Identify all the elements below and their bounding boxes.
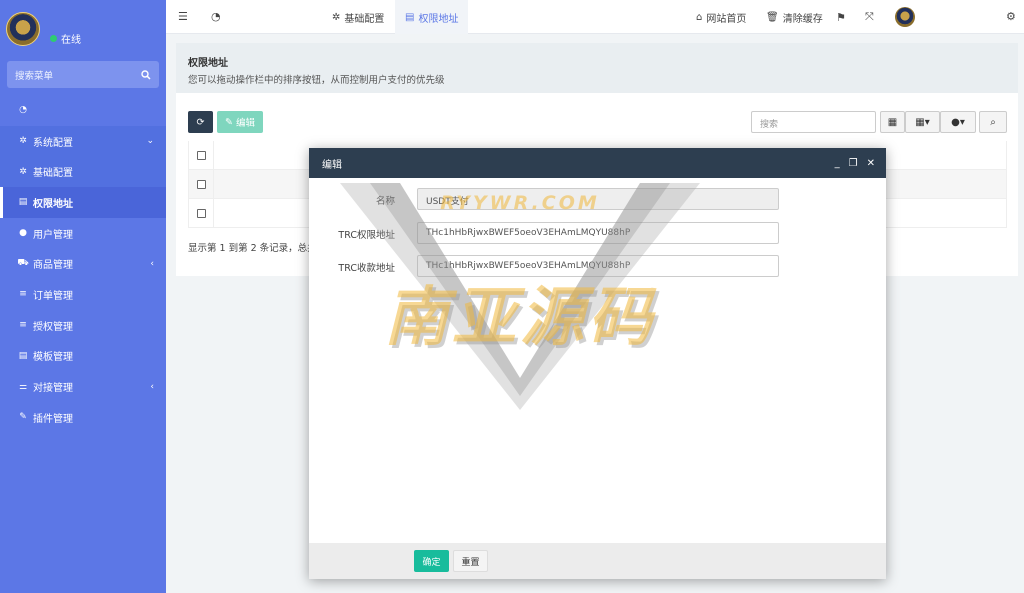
panel-header: 权限地址 您可以拖动操作栏中的排序按钮，从而控制用户支付的优先级 [176, 43, 1018, 93]
edit-button[interactable]: ✎ 编辑 [217, 111, 263, 133]
row-checkbox[interactable] [197, 208, 206, 218]
plug-icon: ✎ [19, 412, 27, 423]
sidebar-item-label: 授权管理 [33, 321, 73, 333]
pagination-summary: 显示第 1 到第 2 条记录，总共 [188, 243, 317, 254]
sidebar-item-label: 对接管理 [33, 383, 73, 395]
trash-icon: 🗑︎ [766, 11, 779, 23]
sidebar-item-templates[interactable]: ▤ 模板管理 [0, 341, 166, 372]
select-all-checkbox[interactable] [197, 150, 206, 160]
language-icon[interactable]: ⚑ [836, 11, 846, 24]
avatar[interactable] [895, 7, 915, 27]
fullscreen-icon[interactable]: ⤧ [865, 10, 874, 24]
sidebar-menu: ◔ ✲ 系统配置 ⌄ ✲ 基础配置 ▤ 权限地址 ● 用户管理 ⛟ 商品管理 ‹… [0, 95, 166, 433]
grid-icon: ▦▾ [915, 116, 930, 128]
trc-permission-address-label: TRC权限地址 [338, 230, 395, 241]
sidebar-item-label: 权限地址 [33, 198, 73, 210]
search-icon[interactable] [141, 69, 151, 80]
sidebar-item-authorization[interactable]: ≡ 授权管理 [0, 310, 166, 341]
name-label: 名称 [375, 196, 395, 207]
dialog-footer: 确定 重置 [309, 543, 886, 579]
dialog-controls: _ ❐ ✕ [835, 148, 875, 178]
table-search-input[interactable]: 搜索 [751, 111, 876, 133]
sidebar-item-label: 基础配置 [33, 168, 73, 180]
sidebar-item-label: 模板管理 [33, 352, 73, 364]
home-link[interactable]: ⌂ 网站首页 [696, 0, 746, 34]
confirm-button[interactable]: 确定 [414, 550, 449, 572]
sidebar-item-plugins[interactable]: ✎ 插件管理 [0, 402, 166, 433]
gear-icon: ✲ [332, 11, 341, 23]
sliders-icon: ⚌ [18, 381, 28, 392]
toggle-view-button[interactable]: ▦ [880, 111, 905, 133]
sidebar-item-dashboard[interactable]: ◔ [0, 95, 166, 126]
close-icon[interactable]: ✕ [867, 158, 875, 169]
top-navbar: ☰ ◔ ✲ 基础配置 ▤ 权限地址 ⌂ 网站首页 🗑︎ 清除缓存 ⚑ ⤧ ⚙ [166, 0, 1024, 34]
gears-icon[interactable]: ⚙ [1006, 10, 1016, 23]
page-title: 权限地址 [188, 58, 228, 69]
gear-icon: ✲ [19, 166, 27, 177]
sidebar-item-label: 商品管理 [33, 260, 73, 272]
sidebar-item-permission-address[interactable]: ▤ 权限地址 [0, 187, 166, 218]
trc-receive-address-label: TRC收款地址 [338, 263, 395, 274]
maximize-icon[interactable]: ❐ [849, 158, 858, 169]
dialog-title: 编辑 [322, 159, 342, 171]
refresh-button[interactable]: ⟳ [188, 111, 213, 133]
tab-basic-config[interactable]: ✲ 基础配置 [322, 0, 394, 34]
home-icon: ⌂ [696, 11, 703, 23]
reset-button[interactable]: 重置 [453, 550, 488, 572]
chevron-down-icon: ⌄ [146, 136, 154, 147]
minimize-icon[interactable]: _ [835, 158, 840, 169]
sidebar-item-system-config[interactable]: ✲ 系统配置 ⌄ [0, 125, 166, 157]
page-description: 您可以拖动操作栏中的排序按钮，从而控制用户支付的优先级 [188, 75, 445, 86]
sidebar-item-users[interactable]: ● 用户管理 [0, 218, 166, 249]
clear-cache-button[interactable]: 🗑︎ 清除缓存 [766, 0, 823, 34]
chevron-left-icon: ‹ [150, 258, 154, 269]
online-label: 在线 [61, 35, 81, 46]
dialog-header: 编辑 _ ❐ ✕ [309, 148, 886, 178]
edit-dialog: 编辑 _ ❐ ✕ 名称 USDT支付 TRC权限地址 THc1hHbRjwxBW… [309, 148, 886, 579]
list-icon: ▤ [405, 11, 415, 23]
online-status: 在线 [50, 31, 81, 46]
user-icon: ● [19, 228, 27, 239]
user-icon: ●▾ [951, 116, 965, 128]
name-field: USDT支付 [417, 188, 779, 210]
trc-receive-address-field[interactable]: THc1hHbRjwxBWEF5oeoV3EHAmLMQYU88hP [417, 255, 779, 277]
tab-permission-address[interactable]: ▤ 权限地址 [395, 0, 469, 34]
sidebar-item-label: 插件管理 [33, 413, 73, 425]
sidebar-item-label: 订单管理 [33, 290, 73, 302]
online-dot-icon [50, 35, 57, 42]
gear-icon: ✲ [19, 136, 27, 147]
avatar[interactable] [6, 12, 40, 46]
menu-search-placeholder: 搜索菜单 [15, 70, 54, 82]
cart-icon: ⛟ [17, 258, 29, 269]
advanced-search-button[interactable]: ⌕ [979, 111, 1007, 133]
export-button[interactable]: ●▾ [940, 111, 976, 133]
pencil-icon: ✎ [225, 116, 233, 128]
sidebar-item-label: 用户管理 [33, 229, 73, 241]
user-panel: 在线 [0, 0, 166, 56]
table-icon: ▦ [887, 116, 898, 128]
refresh-icon: ⟳ [196, 116, 205, 128]
search-icon: ⌕ [990, 116, 996, 128]
list-icon: ≡ [19, 289, 27, 300]
menu-toggle-icon[interactable]: ☰ [178, 10, 188, 23]
dashboard-icon[interactable]: ◔ [211, 10, 221, 23]
sidebar-item-products[interactable]: ⛟ 商品管理 ‹ [0, 248, 166, 279]
sidebar-item-orders[interactable]: ≡ 订单管理 [0, 279, 166, 310]
sidebar: 在线 搜索菜单 ◔ ✲ 系统配置 ⌄ ✲ 基础配置 ▤ 权限地址 ● 用户管理 … [0, 0, 166, 593]
list-icon: ≡ [19, 320, 27, 331]
columns-button[interactable]: ▦▾ [905, 111, 940, 133]
trc-permission-address-field[interactable]: THc1hHbRjwxBWEF5oeoV3EHAmLMQYU88hP [417, 222, 779, 244]
row-checkbox[interactable] [197, 179, 206, 189]
list-icon: ▤ [18, 197, 28, 208]
sidebar-item-basic-config[interactable]: ✲ 基础配置 [0, 156, 166, 188]
list-icon: ▤ [18, 350, 28, 361]
menu-search-input[interactable]: 搜索菜单 [7, 61, 159, 88]
sidebar-item-label: 系统配置 [33, 137, 73, 149]
sidebar-item-integration[interactable]: ⚌ 对接管理 ‹ [0, 371, 166, 402]
column-divider [213, 141, 214, 228]
dashboard-icon: ◔ [19, 105, 27, 116]
chevron-left-icon: ‹ [150, 381, 154, 392]
